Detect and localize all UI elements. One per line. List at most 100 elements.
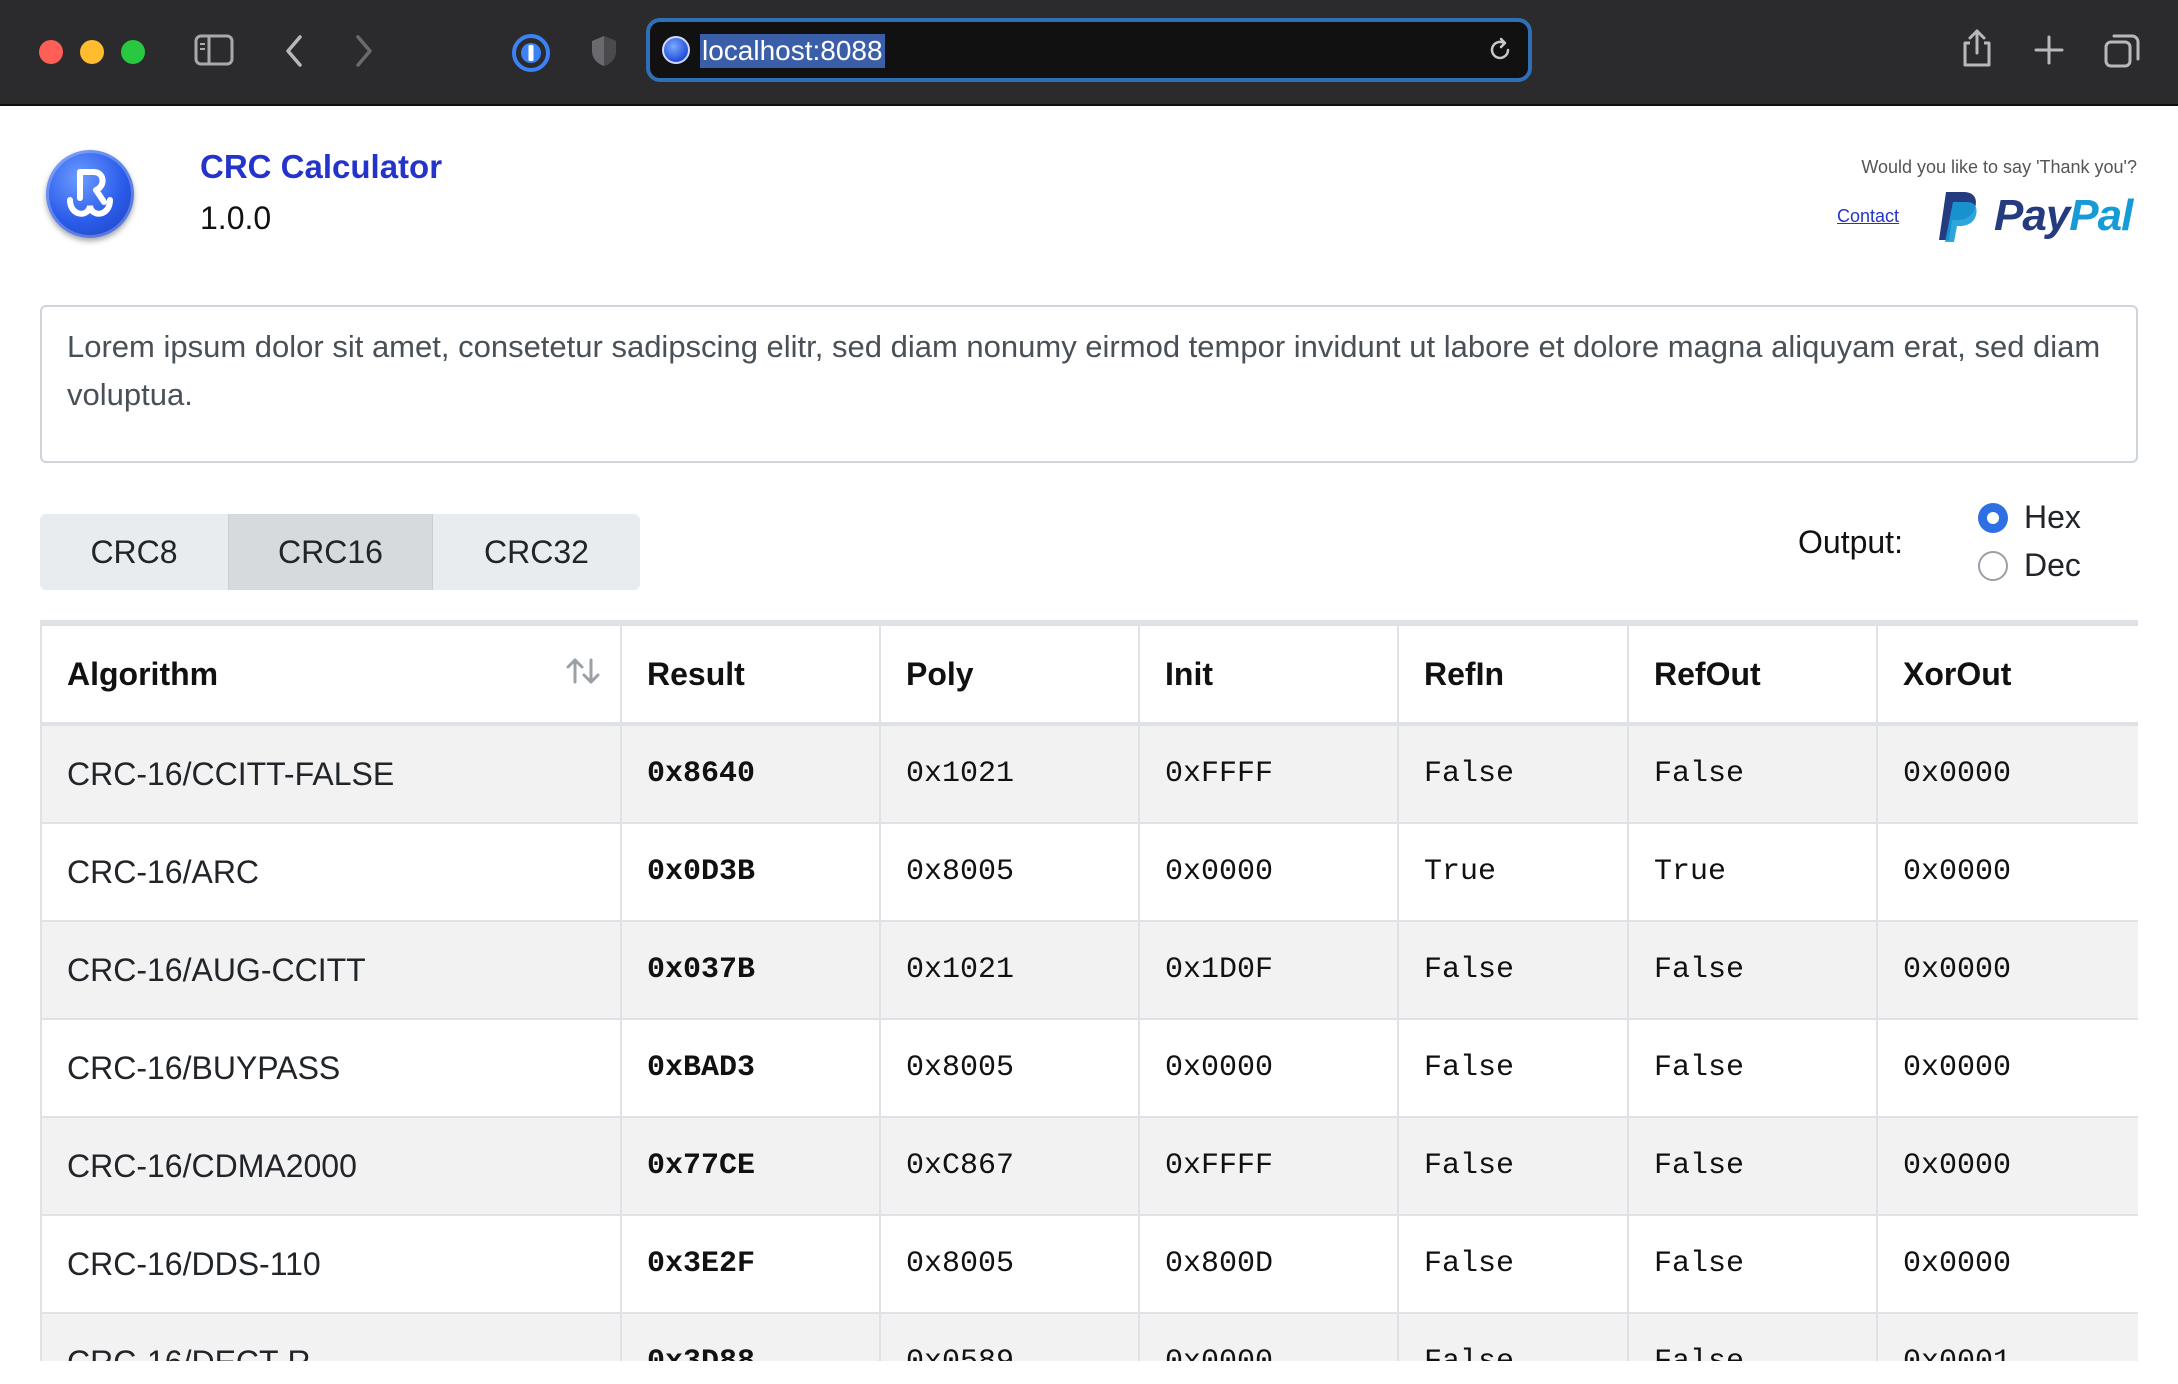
table-row[interactable]: CRC-16/CDMA2000 0x77CE 0xC867 0xFFFF False Fa… bbox=[40, 1116, 2138, 1216]
sidebar-icon[interactable] bbox=[194, 34, 234, 66]
site-favicon-icon bbox=[662, 36, 690, 64]
cell-refin: False bbox=[1397, 1214, 1629, 1314]
paypal-button[interactable]: PayPal bbox=[1936, 190, 2133, 242]
column-header-algorithm[interactable]: Algorithm bbox=[40, 624, 622, 726]
cell-xorout: 0x0000 bbox=[1876, 1116, 2138, 1216]
chevron-right-icon[interactable] bbox=[354, 34, 374, 68]
app-logo bbox=[46, 150, 134, 238]
1password-icon[interactable] bbox=[511, 33, 551, 73]
cell-algorithm: CRC-16/DDS-110 bbox=[40, 1214, 622, 1314]
cell-xorout: 0x0000 bbox=[1876, 1018, 2138, 1118]
window-minimize-button[interactable] bbox=[80, 40, 104, 64]
shield-icon[interactable] bbox=[590, 34, 618, 68]
hex-radio[interactable] bbox=[1978, 502, 2008, 533]
app-version: 1.0.0 bbox=[200, 200, 272, 236]
contact-link[interactable]: Contact bbox=[1837, 206, 1899, 227]
cell-poly: 0x8005 bbox=[879, 1018, 1140, 1118]
cell-refin: False bbox=[1397, 1312, 1629, 1361]
table-header-row: Algorithm Result Poly Init RefIn RefOut … bbox=[40, 624, 2138, 726]
table-row[interactable]: CRC-16/AUG-CCITT 0x037B 0x1021 0x1D0F False F… bbox=[40, 920, 2138, 1020]
cell-poly: 0x1021 bbox=[879, 920, 1140, 1020]
results-table-container[interactable]: Algorithm Result Poly Init RefIn RefOut … bbox=[40, 620, 2138, 1361]
tab-crc32[interactable]: CRC32 bbox=[433, 514, 640, 590]
cell-xorout: 0x0001 bbox=[1876, 1312, 2138, 1361]
cell-algorithm: CRC-16/AUG-CCITT bbox=[40, 920, 622, 1020]
cell-init: 0x1D0F bbox=[1138, 920, 1399, 1020]
cell-poly: 0x8005 bbox=[879, 822, 1140, 922]
tabs-overview-icon[interactable] bbox=[2104, 33, 2140, 69]
results-table: Algorithm Result Poly Init RefIn RefOut … bbox=[40, 624, 2138, 1361]
plus-icon[interactable] bbox=[2034, 35, 2064, 65]
cell-result: 0x3E2F bbox=[620, 1214, 881, 1314]
cell-refout: False bbox=[1627, 1214, 1878, 1314]
cell-result: 0x3D88 bbox=[620, 1312, 881, 1361]
tab-crc8[interactable]: CRC8 bbox=[40, 514, 229, 590]
cell-refout: False bbox=[1627, 920, 1878, 1020]
tab-crc16[interactable]: CRC16 bbox=[229, 514, 433, 590]
table-row[interactable]: CRC-16/DECT-R0x3D880x05890x0000FalseFals… bbox=[40, 1312, 2138, 1361]
column-header-label: Algorithm bbox=[67, 655, 219, 692]
table-body: CRC-16/CCITT-FALSE 0x8640 0x1021 0xFFFF Fals… bbox=[40, 723, 2138, 1361]
cell-xorout: 0x0000 bbox=[1876, 1214, 2138, 1314]
cell-result: 0x0D3B bbox=[620, 822, 881, 922]
column-header-init[interactable]: Init bbox=[1138, 624, 1399, 726]
cell-xorout: 0x0000 bbox=[1876, 920, 2138, 1020]
cell-refin: False bbox=[1397, 1116, 1629, 1216]
share-icon[interactable] bbox=[1960, 28, 1994, 68]
table-row[interactable]: CRC-16/CCITT-FALSE 0x8640 0x1021 0xFFFF Fals… bbox=[40, 723, 2138, 824]
cell-init: 0x800D bbox=[1138, 1214, 1399, 1314]
column-header-refin[interactable]: RefIn bbox=[1397, 624, 1629, 726]
paypal-logo-icon bbox=[1939, 192, 1977, 242]
cell-algorithm: CRC-16/BUYPASS bbox=[40, 1018, 622, 1118]
cell-poly: 0x8005 bbox=[879, 1214, 1140, 1314]
table-row[interactable]: CRC-16/DDS-110 0x3E2F 0x8005 0x800D False Fal… bbox=[40, 1214, 2138, 1314]
cell-xorout: 0x0000 bbox=[1876, 723, 2138, 824]
browser-toolbar: localhost:8088 bbox=[0, 0, 2178, 106]
cell-poly: 0xC867 bbox=[879, 1116, 1140, 1216]
address-bar[interactable]: localhost:8088 bbox=[646, 18, 1532, 82]
cell-poly: 0x0589 bbox=[879, 1312, 1140, 1361]
cell-poly: 0x1021 bbox=[879, 723, 1140, 824]
output-label: Output: bbox=[1798, 524, 1903, 560]
window-close-button[interactable] bbox=[39, 40, 63, 64]
chevron-left-icon[interactable] bbox=[284, 34, 304, 68]
cell-result: 0x037B bbox=[620, 920, 881, 1020]
cell-refin: False bbox=[1397, 920, 1629, 1020]
cell-init: 0xFFFF bbox=[1138, 1116, 1399, 1216]
table-row[interactable]: CRC-16/ARC 0x0D3B 0x8005 0x0000 True True 0x00… bbox=[40, 822, 2138, 922]
reload-icon[interactable] bbox=[1486, 36, 1514, 69]
cell-result: 0x8640 bbox=[620, 723, 881, 824]
cell-refin: False bbox=[1397, 723, 1629, 824]
cell-algorithm: CRC-16/CDMA2000 bbox=[40, 1116, 622, 1216]
url-text[interactable]: localhost:8088 bbox=[700, 34, 885, 68]
sort-icon[interactable] bbox=[564, 656, 602, 694]
crc-tabs: CRC8 CRC16 CRC32 bbox=[40, 514, 640, 590]
cell-init: 0x0000 bbox=[1138, 1312, 1399, 1361]
cell-refout: False bbox=[1627, 723, 1878, 824]
column-header-refout[interactable]: RefOut bbox=[1627, 624, 1878, 726]
dec-radio[interactable] bbox=[1978, 550, 2008, 581]
app-title-link[interactable]: CRC Calculator bbox=[200, 148, 442, 186]
cell-result: 0x77CE bbox=[620, 1116, 881, 1216]
thanks-text: Would you like to say 'Thank you'? bbox=[1861, 157, 2137, 177]
window-maximize-button[interactable] bbox=[121, 40, 145, 64]
paypal-wordmark: PayPal bbox=[1994, 191, 2133, 240]
dec-radio-label: Dec bbox=[2024, 547, 2081, 583]
cell-init: 0xFFFF bbox=[1138, 723, 1399, 824]
cell-algorithm: CRC-16/ARC bbox=[40, 822, 622, 922]
output-option-dec[interactable]: Dec bbox=[1978, 547, 2081, 584]
input-textarea[interactable]: Lorem ipsum dolor sit amet, consetetur s… bbox=[40, 305, 2138, 463]
cell-algorithm: CRC-16/CCITT-FALSE bbox=[40, 723, 622, 824]
cell-xorout: 0x0000 bbox=[1876, 822, 2138, 922]
column-header-xorout[interactable]: XorOut bbox=[1876, 624, 2138, 726]
column-header-poly[interactable]: Poly bbox=[879, 624, 1140, 726]
cell-refout: False bbox=[1627, 1312, 1878, 1361]
output-option-hex[interactable]: Hex bbox=[1978, 499, 2081, 536]
cell-result: 0xBAD3 bbox=[620, 1018, 881, 1118]
cell-refin: False bbox=[1397, 1018, 1629, 1118]
column-header-result[interactable]: Result bbox=[620, 624, 881, 726]
table-row[interactable]: CRC-16/BUYPASS 0xBAD3 0x8005 0x0000 False Fal… bbox=[40, 1018, 2138, 1118]
cell-refout: True bbox=[1627, 822, 1878, 922]
hex-radio-label: Hex bbox=[2024, 499, 2081, 535]
cell-init: 0x0000 bbox=[1138, 1018, 1399, 1118]
